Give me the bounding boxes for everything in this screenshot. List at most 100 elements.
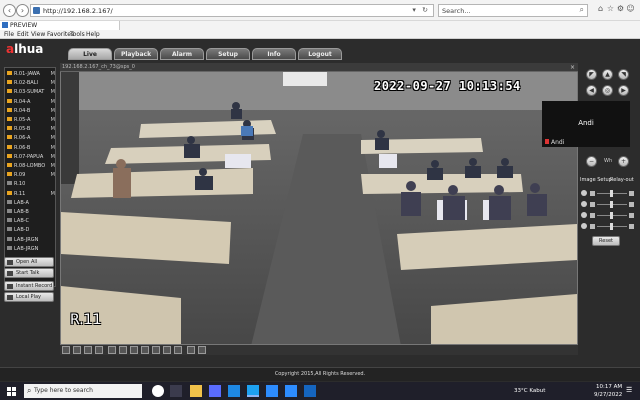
- saturation-slider[interactable]: [580, 223, 636, 230]
- tab-setup[interactable]: Setup: [206, 48, 250, 60]
- star-icon[interactable]: ☆: [606, 4, 615, 14]
- ptz-right-icon[interactable]: ▶: [618, 85, 629, 96]
- camera-stream-indicator[interactable]: M: [51, 162, 55, 170]
- layout-36-icon[interactable]: [130, 346, 138, 354]
- menu-tools[interactable]: Tools: [70, 30, 85, 39]
- record-toggle-icon[interactable]: [163, 346, 171, 354]
- camera-stream-indicator[interactable]: M: [51, 171, 55, 179]
- camera-item[interactable]: R.04-A M: [7, 98, 55, 106]
- zoom-meeting-icon[interactable]: [285, 385, 297, 397]
- menu-edit[interactable]: Edit: [17, 30, 29, 39]
- zoom-in-icon[interactable]: +: [618, 156, 629, 167]
- camera-stream-indicator[interactable]: M: [51, 98, 55, 106]
- edge-icon[interactable]: [247, 385, 259, 397]
- cortana-icon[interactable]: [152, 385, 164, 397]
- camera-item[interactable]: LAB-C: [7, 217, 55, 225]
- smiley-icon[interactable]: ☺: [626, 4, 635, 14]
- contrast-slider[interactable]: [580, 201, 636, 208]
- camera-item[interactable]: LAB-JRGN: [7, 245, 55, 253]
- participant-overlay[interactable]: Andi Andi: [542, 101, 630, 147]
- relay-out-title[interactable]: Relay-out: [610, 176, 634, 185]
- address-bar[interactable]: http://192.168.2.167/ ▾ ↻: [30, 4, 434, 17]
- layout-25-icon[interactable]: [119, 346, 127, 354]
- talk-toggle-icon[interactable]: [198, 346, 206, 354]
- camera-stream-indicator[interactable]: M: [51, 153, 55, 161]
- snapshot-icon[interactable]: [152, 346, 160, 354]
- camera-item[interactable]: R.05-A M: [7, 116, 55, 124]
- fullscreen-icon[interactable]: [62, 346, 70, 354]
- live-video[interactable]: [60, 63, 578, 345]
- mail-icon[interactable]: [228, 385, 240, 397]
- ptz-center-icon[interactable]: ◎: [602, 85, 613, 96]
- ptz-up-right-icon[interactable]: ◥: [618, 69, 629, 80]
- home-icon[interactable]: ⌂: [596, 4, 605, 14]
- search-icon[interactable]: ⌕: [580, 5, 584, 15]
- menu-help[interactable]: Help: [86, 30, 100, 39]
- tab-info[interactable]: Info: [252, 48, 296, 60]
- camera-item[interactable]: LAB-B: [7, 208, 55, 216]
- camera-item[interactable]: LAB-A: [7, 199, 55, 207]
- camera-item[interactable]: R.08-LOMBO M: [7, 162, 55, 170]
- zoom-icon[interactable]: [174, 346, 182, 354]
- camera-item[interactable]: R.06-B M: [7, 144, 55, 152]
- camera-stream-indicator[interactable]: M: [51, 116, 55, 124]
- back-icon[interactable]: ‹: [3, 4, 16, 17]
- close-icon[interactable]: ×: [570, 63, 575, 72]
- camera-stream-indicator[interactable]: M: [51, 88, 55, 96]
- layout-16-icon[interactable]: [108, 346, 116, 354]
- ptz-up-left-icon[interactable]: ◤: [586, 69, 597, 80]
- local-play-button[interactable]: Local Play: [4, 292, 54, 302]
- camera-item[interactable]: R.05-B M: [7, 125, 55, 133]
- refresh-icon[interactable]: ▾ ↻: [412, 6, 430, 14]
- search-input[interactable]: Search... ⌕: [438, 4, 588, 17]
- ptz-left-icon[interactable]: ◀: [586, 85, 597, 96]
- forward-icon[interactable]: ›: [16, 4, 29, 17]
- layout-9-icon[interactable]: [95, 346, 103, 354]
- file-explorer-icon[interactable]: [190, 385, 202, 397]
- ie-icon[interactable]: [304, 385, 316, 397]
- camera-stream-indicator[interactable]: M: [51, 70, 55, 78]
- brightness-slider[interactable]: [580, 190, 636, 197]
- camera-item[interactable]: R.11 M: [7, 190, 55, 198]
- hue-slider[interactable]: [580, 212, 636, 219]
- reset-button[interactable]: Reset: [592, 236, 620, 246]
- tab-live[interactable]: Live: [68, 48, 112, 60]
- camera-stream-indicator[interactable]: M: [51, 134, 55, 142]
- open-all-button[interactable]: Open All: [4, 257, 54, 267]
- clock-date[interactable]: 9/27/2022: [594, 392, 622, 398]
- camera-stream-indicator[interactable]: M: [51, 125, 55, 133]
- camera-item[interactable]: R.07-PAPUA M: [7, 153, 55, 161]
- audio-icon[interactable]: [187, 346, 195, 354]
- camera-item[interactable]: R.04-B M: [7, 107, 55, 115]
- taskbar-search-input[interactable]: ⌕ Type here to search: [24, 384, 142, 398]
- layout-1-icon[interactable]: [73, 346, 81, 354]
- camera-item[interactable]: R.02-BALI M: [7, 79, 55, 87]
- camera-item[interactable]: LAB-D: [7, 226, 55, 234]
- instant-record-button[interactable]: Instant Record: [4, 281, 54, 291]
- menu-view[interactable]: View: [31, 30, 45, 39]
- browser-tab[interactable]: PREVIEW: [0, 21, 120, 30]
- tab-playback[interactable]: Playback: [114, 48, 158, 60]
- clock-time[interactable]: 10:17 AM: [596, 384, 622, 390]
- camera-item[interactable]: R.06-A M: [7, 134, 55, 142]
- notification-icon[interactable]: ☰: [626, 386, 632, 394]
- task-view-icon[interactable]: [170, 385, 182, 397]
- tab-alarm[interactable]: Alarm: [160, 48, 204, 60]
- zoom-app-icon[interactable]: [266, 385, 278, 397]
- camera-item[interactable]: R.03-SUMAT M: [7, 88, 55, 96]
- camera-stream-indicator[interactable]: M: [51, 107, 55, 115]
- weather-text[interactable]: 33°C Kabut: [514, 388, 545, 394]
- camera-item[interactable]: LAB-JRGN: [7, 236, 55, 244]
- camera-stream-indicator[interactable]: M: [51, 79, 55, 87]
- start-talk-button[interactable]: Start Talk: [4, 268, 54, 278]
- menu-file[interactable]: File: [4, 30, 14, 39]
- gear-icon[interactable]: ⚙: [616, 4, 625, 14]
- windows-start-icon[interactable]: [7, 387, 16, 396]
- camera-stream-indicator[interactable]: M: [51, 190, 55, 198]
- tab-logout[interactable]: Logout: [298, 48, 342, 60]
- store-icon[interactable]: [209, 385, 221, 397]
- camera-item[interactable]: R.10: [7, 180, 55, 188]
- ptz-up-icon[interactable]: ▲: [602, 69, 613, 80]
- camera-stream-indicator[interactable]: M: [51, 144, 55, 152]
- camera-item[interactable]: R.01-JAWA M: [7, 70, 55, 78]
